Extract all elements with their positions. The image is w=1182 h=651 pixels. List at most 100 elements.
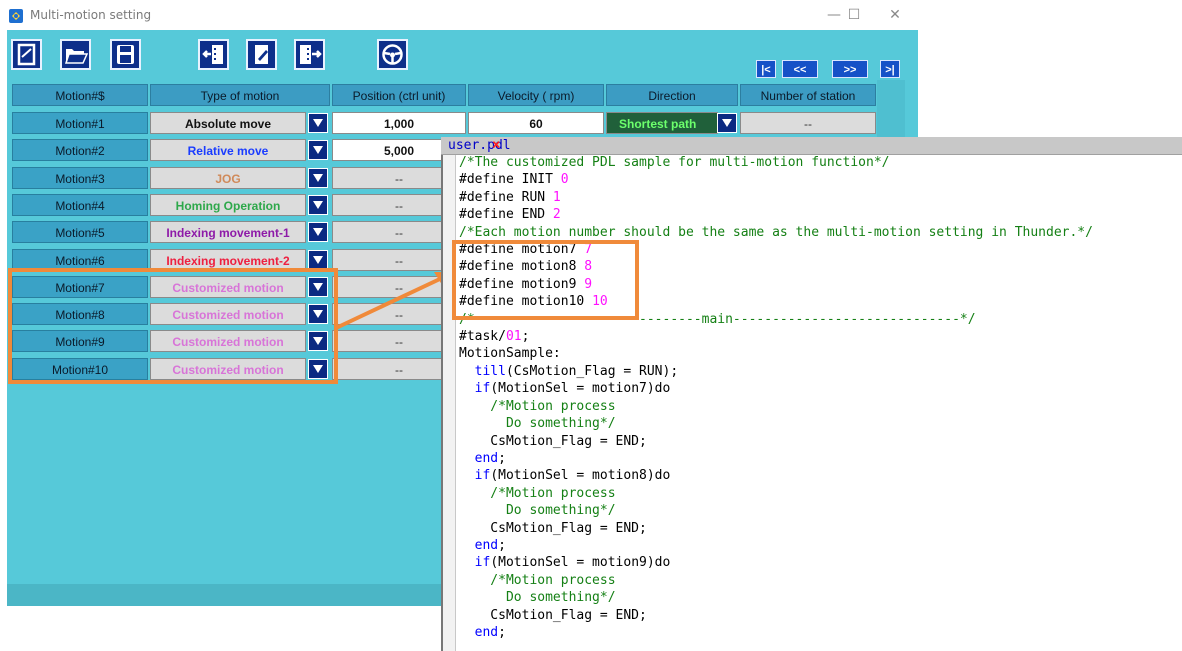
code-token: Do something*/	[459, 503, 616, 519]
code-line[interactable]: /*Motion process	[459, 485, 1093, 502]
code-line[interactable]: CsMotion_Flag = END;	[459, 520, 1093, 537]
code-token: /*Motion process	[459, 398, 616, 414]
motion-type-select[interactable]: Homing Operation	[150, 194, 306, 216]
chevron-down-icon[interactable]	[308, 168, 328, 188]
code-line[interactable]: end;	[459, 450, 1093, 467]
motion-label: Motion#1	[12, 112, 148, 134]
code-line[interactable]: MotionSample:	[459, 345, 1093, 362]
maximize-button[interactable]: ☐	[842, 4, 866, 26]
code-line[interactable]: #define END 2	[459, 206, 1093, 223]
first-record-button[interactable]: |<	[756, 60, 776, 78]
code-line[interactable]: if(MotionSel = motion9)do	[459, 554, 1093, 571]
code-token: if	[474, 468, 491, 484]
code-line[interactable]: Do something*/	[459, 502, 1093, 519]
code-token: /*Each motion number should be the same …	[459, 224, 1093, 240]
app-icon	[9, 9, 23, 23]
station-field: --	[740, 112, 876, 134]
code-line[interactable]: /*Motion process	[459, 572, 1093, 589]
position-field[interactable]: 1,000	[332, 112, 466, 134]
code-token: ;	[498, 450, 506, 466]
export-icon[interactable]	[294, 39, 325, 70]
code-line[interactable]: if(MotionSel = motion8)do	[459, 467, 1093, 484]
code-token: 1	[552, 189, 561, 205]
code-token: if	[474, 555, 491, 571]
code-token: 2	[552, 207, 561, 223]
code-token: /*Motion process	[459, 572, 616, 588]
code-token: #define RUN	[459, 189, 553, 205]
code-token: if	[474, 381, 491, 397]
code-token: till	[474, 363, 506, 379]
code-line[interactable]: /*The customized PDL sample for multi-mo…	[459, 154, 1093, 171]
motion-type-select[interactable]: Absolute move	[150, 112, 306, 134]
next-record-button[interactable]: >>	[832, 60, 868, 78]
chevron-down-icon[interactable]	[308, 195, 328, 215]
code-line[interactable]: CsMotion_Flag = END;	[459, 607, 1093, 624]
chevron-down-icon[interactable]	[308, 140, 328, 160]
header-type: Type of motion	[150, 84, 330, 106]
code-token: CsMotion_Flag = END;	[459, 607, 647, 623]
code-line[interactable]: #task/01;	[459, 328, 1093, 345]
tab-close-icon[interactable]: ×	[492, 137, 500, 153]
code-line[interactable]: CsMotion_Flag = END;	[459, 433, 1093, 450]
code-token: /*The customized PDL sample for multi-mo…	[459, 155, 890, 170]
code-token: 0	[560, 172, 569, 188]
code-token: (MotionSel = motion8)do	[490, 468, 671, 484]
header-velocity: Velocity ( rpm)	[468, 84, 604, 106]
code-line[interactable]: #define RUN 1	[459, 189, 1093, 206]
motion-type-select[interactable]: JOG	[150, 167, 306, 189]
prev-record-button[interactable]: <<	[782, 60, 818, 78]
code-token: (MotionSel = motion9)do	[490, 555, 671, 571]
chevron-down-icon[interactable]	[308, 113, 328, 133]
motion-type-select[interactable]: Relative move	[150, 139, 306, 161]
code-line[interactable]: Do something*/	[459, 415, 1093, 432]
code-line[interactable]: Do something*/	[459, 589, 1093, 606]
code-line[interactable]: end;	[459, 624, 1093, 641]
code-token: end	[459, 450, 499, 466]
code-token: /*Motion process	[459, 485, 616, 501]
chevron-down-icon[interactable]	[717, 113, 737, 133]
motion-label: Motion#3	[12, 167, 148, 189]
code-token: ;	[498, 624, 506, 640]
import-icon[interactable]	[198, 39, 229, 70]
close-button[interactable]: ✕	[883, 4, 907, 26]
code-token: end	[459, 537, 499, 553]
code-line[interactable]: if(MotionSel = motion7)do	[459, 380, 1093, 397]
velocity-field[interactable]: 60	[468, 112, 604, 134]
editor-tab-name[interactable]: user.pdl	[448, 138, 511, 153]
editor-gutter	[443, 155, 456, 651]
steering-wheel-icon[interactable]	[377, 39, 408, 70]
code-line[interactable]: /*Motion process	[459, 398, 1093, 415]
window-title: Multi-motion setting	[30, 8, 152, 22]
code-token: #define END	[459, 207, 553, 223]
code-line[interactable]: #define INIT 0	[459, 171, 1093, 188]
code-token: #define INIT	[459, 172, 561, 188]
chevron-down-icon[interactable]	[308, 250, 328, 270]
code-token: end	[459, 624, 499, 640]
code-token: ;	[498, 537, 506, 553]
chevron-down-icon[interactable]	[308, 222, 328, 242]
code-line[interactable]: till(CsMotion_Flag = RUN);	[459, 363, 1093, 380]
motion-label: Motion#4	[12, 194, 148, 216]
code-token: (MotionSel = motion7)do	[490, 381, 671, 397]
motion-type-select[interactable]: Indexing movement-1	[150, 221, 306, 243]
code-line[interactable]: end;	[459, 537, 1093, 554]
highlight-box-motion-rows	[8, 268, 338, 384]
code-token: CsMotion_Flag = END;	[459, 433, 647, 449]
direction-select[interactable]: Shortest path	[606, 112, 718, 134]
code-token: CsMotion_Flag = END;	[459, 520, 647, 536]
code-text[interactable]: /*The customized PDL sample for multi-mo…	[459, 154, 1093, 641]
new-file-icon[interactable]	[11, 39, 42, 70]
code-token: Do something*/	[459, 590, 616, 606]
code-line[interactable]: /*Each motion number should be the same …	[459, 224, 1093, 241]
save-icon[interactable]	[110, 39, 141, 70]
editor-tab-bar	[441, 137, 1182, 155]
code-token: 01	[505, 329, 522, 345]
edit-chip-icon[interactable]	[246, 39, 277, 70]
last-record-button[interactable]: >|	[880, 60, 900, 78]
code-token: #task/	[459, 329, 506, 345]
open-folder-icon[interactable]	[60, 39, 91, 70]
motion-label: Motion#5	[12, 221, 148, 243]
code-token: (CsMotion_Flag = RUN);	[505, 363, 679, 379]
